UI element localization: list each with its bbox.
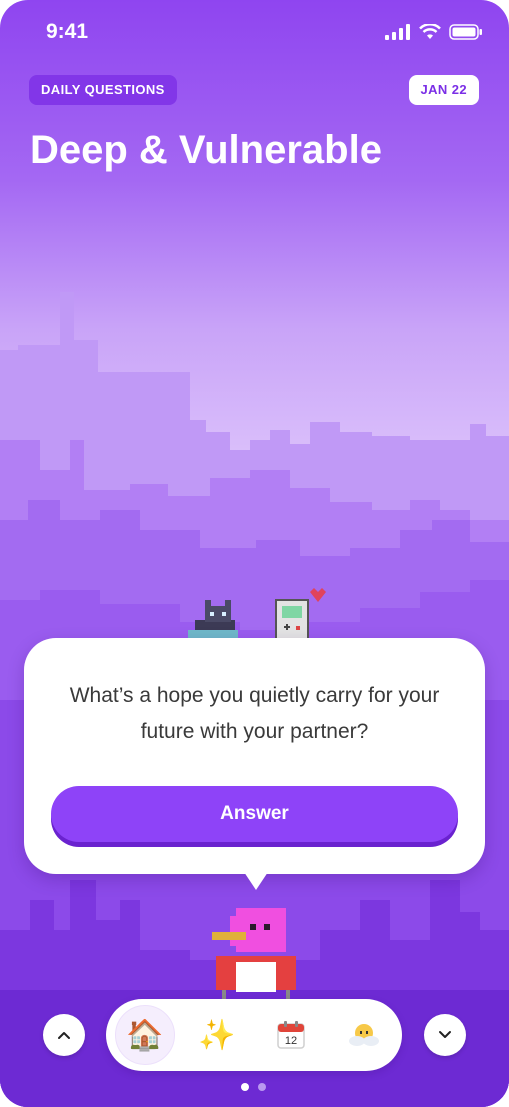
scroll-up-button[interactable] — [43, 1014, 85, 1056]
date-badge: JAN 22 — [408, 75, 479, 105]
weather-face-icon — [349, 1024, 379, 1046]
section-label: DAILY QUESTIONS — [29, 75, 177, 105]
status-icons — [385, 24, 483, 40]
question-text: What’s a hope you quietly carry for your… — [69, 684, 440, 743]
chevron-up-icon — [58, 1032, 70, 1039]
nav-home[interactable]: 🏠 — [115, 1005, 175, 1065]
nav-calendar[interactable]: 12 — [261, 1005, 321, 1065]
status-bar: 9:41 — [0, 0, 509, 64]
scroll-down-button[interactable] — [424, 1014, 466, 1056]
cellular-signal-icon — [385, 24, 410, 40]
house-icon: 🏠 — [126, 1017, 164, 1053]
question-card: What’s a hope you quietly carry for your… — [24, 638, 485, 874]
answer-button[interactable]: Answer — [51, 786, 458, 842]
svg-text:12: 12 — [285, 1035, 297, 1047]
wifi-icon — [419, 24, 441, 39]
battery-icon — [449, 24, 482, 40]
speech-bubble-tail — [244, 872, 268, 890]
calendar-icon: 12 — [277, 1021, 305, 1049]
status-time: 9:41 — [46, 20, 89, 43]
nav-weather[interactable] — [334, 1005, 394, 1065]
chevron-down-icon — [439, 1031, 451, 1038]
app-screen: 9:41 DAILY QUESTIONS JAN 22 Deep & Vulne… — [0, 0, 509, 1107]
page-dot-active — [241, 1083, 249, 1091]
nav-sparkles[interactable]: ✨ — [187, 1005, 247, 1065]
page-title: Deep & Vulnerable — [30, 128, 382, 172]
sparkles-icon: ✨ — [198, 1017, 236, 1053]
page-dot — [258, 1083, 266, 1091]
bottom-nav: 🏠 ✨ 12 — [106, 999, 402, 1071]
